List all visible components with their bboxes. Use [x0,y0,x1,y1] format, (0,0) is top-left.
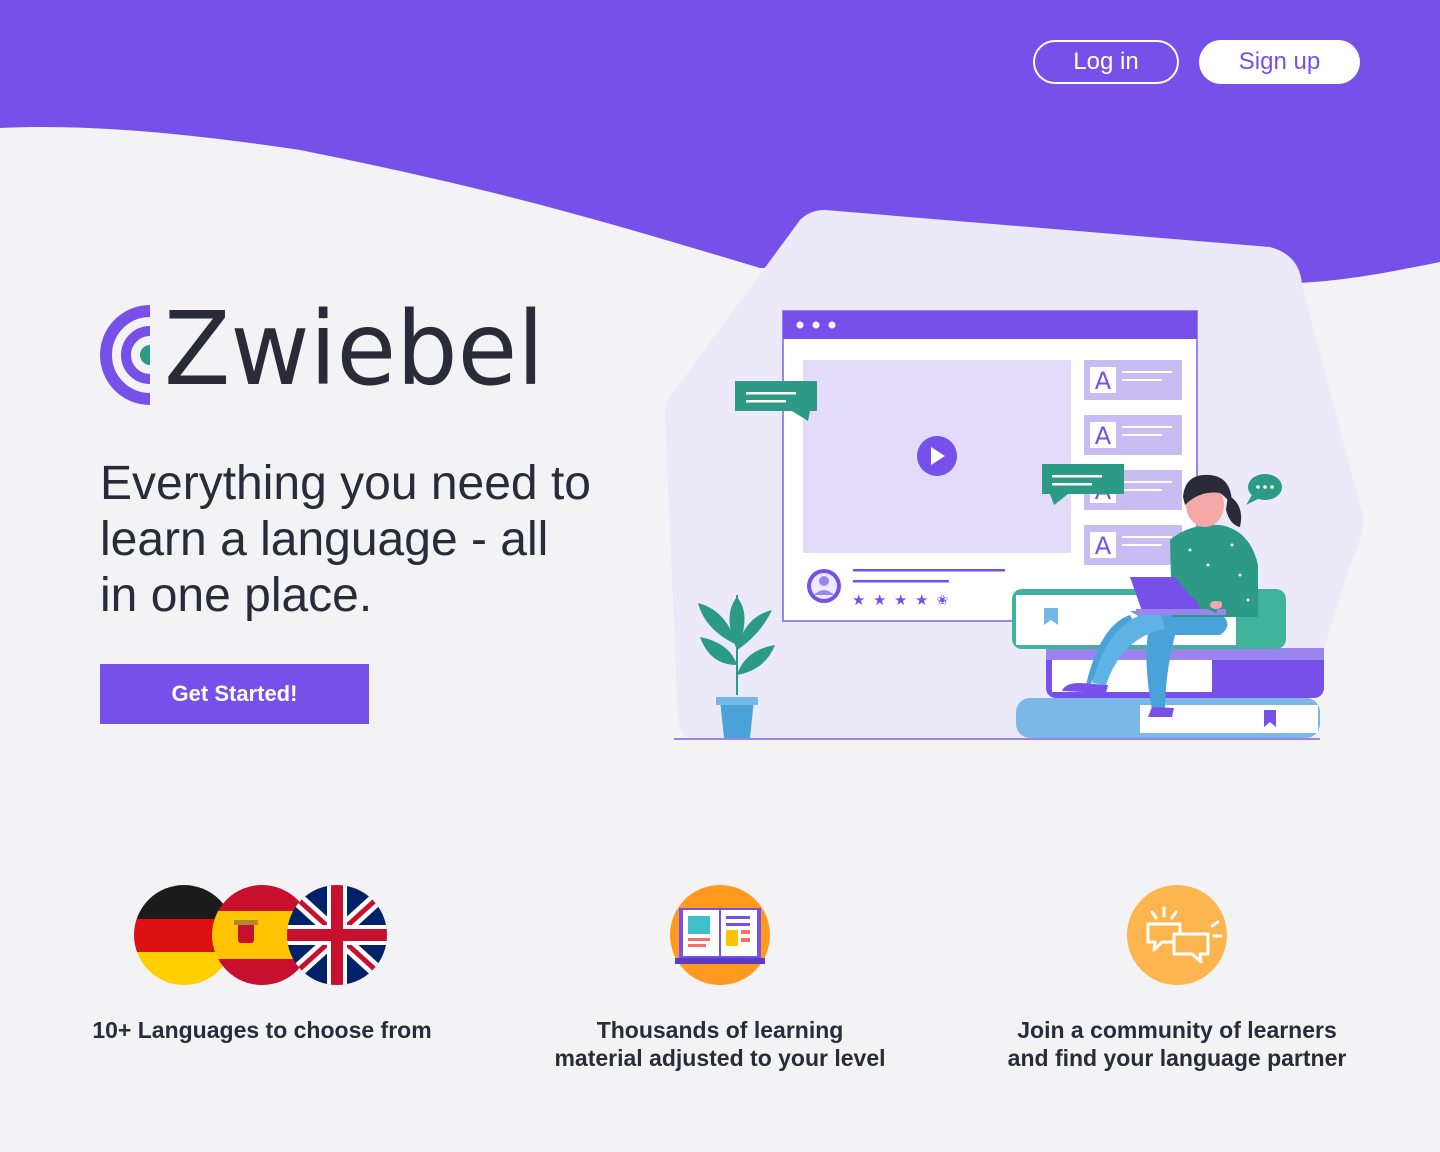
uk-flag-icon [287,885,387,985]
svg-text:A: A [1095,422,1112,450]
svg-text:★: ★ [852,591,865,609]
browser-window-graphic: ★ ★ ★ ★ ✬ [782,310,1198,622]
feature-learning-material-text: Thousands of learning material adjusted … [554,1017,886,1071]
feature-community-text: Join a community of learners and find yo… [1007,1017,1347,1071]
feature-languages-text: 10+ Languages to choose from [92,1017,432,1043]
login-button[interactable]: Log in [1033,40,1179,84]
tagline-line-3: in one place. [100,569,373,622]
feature-languages: 10+ Languages to choose from [92,880,432,1044]
tagline-line-1: Everything you need to [100,457,591,510]
tagline-line-2: learn a language - all [100,513,549,566]
brand-name: Zwiebel [164,290,545,409]
open-book-icon [670,885,770,985]
hero-tagline: Everything you need to learn a language … [100,456,620,624]
hero-illustration: ★★★★✬ A A A A [665,210,1364,740]
features-section: 10+ Languages to choose from Thousands o… [0,880,1440,1120]
signup-button[interactable]: Sign up [1199,40,1360,84]
feature-learning-material: Thousands of learning material adjusted … [550,880,890,1072]
svg-text:★: ★ [894,591,907,609]
flags-icon [134,885,387,985]
auth-nav: Log in Sign up [1033,40,1360,84]
svg-text:✬: ✬ [936,591,949,609]
svg-text:★: ★ [873,591,886,609]
get-started-button[interactable]: Get Started! [100,664,369,724]
svg-text:A: A [1095,532,1112,560]
onion-logo-icon [100,305,151,405]
feature-community: Join a community of learners and find yo… [1007,880,1347,1072]
svg-text:A: A [1095,367,1112,395]
chat-bubbles-icon [1127,885,1227,985]
svg-text:★: ★ [915,591,928,609]
